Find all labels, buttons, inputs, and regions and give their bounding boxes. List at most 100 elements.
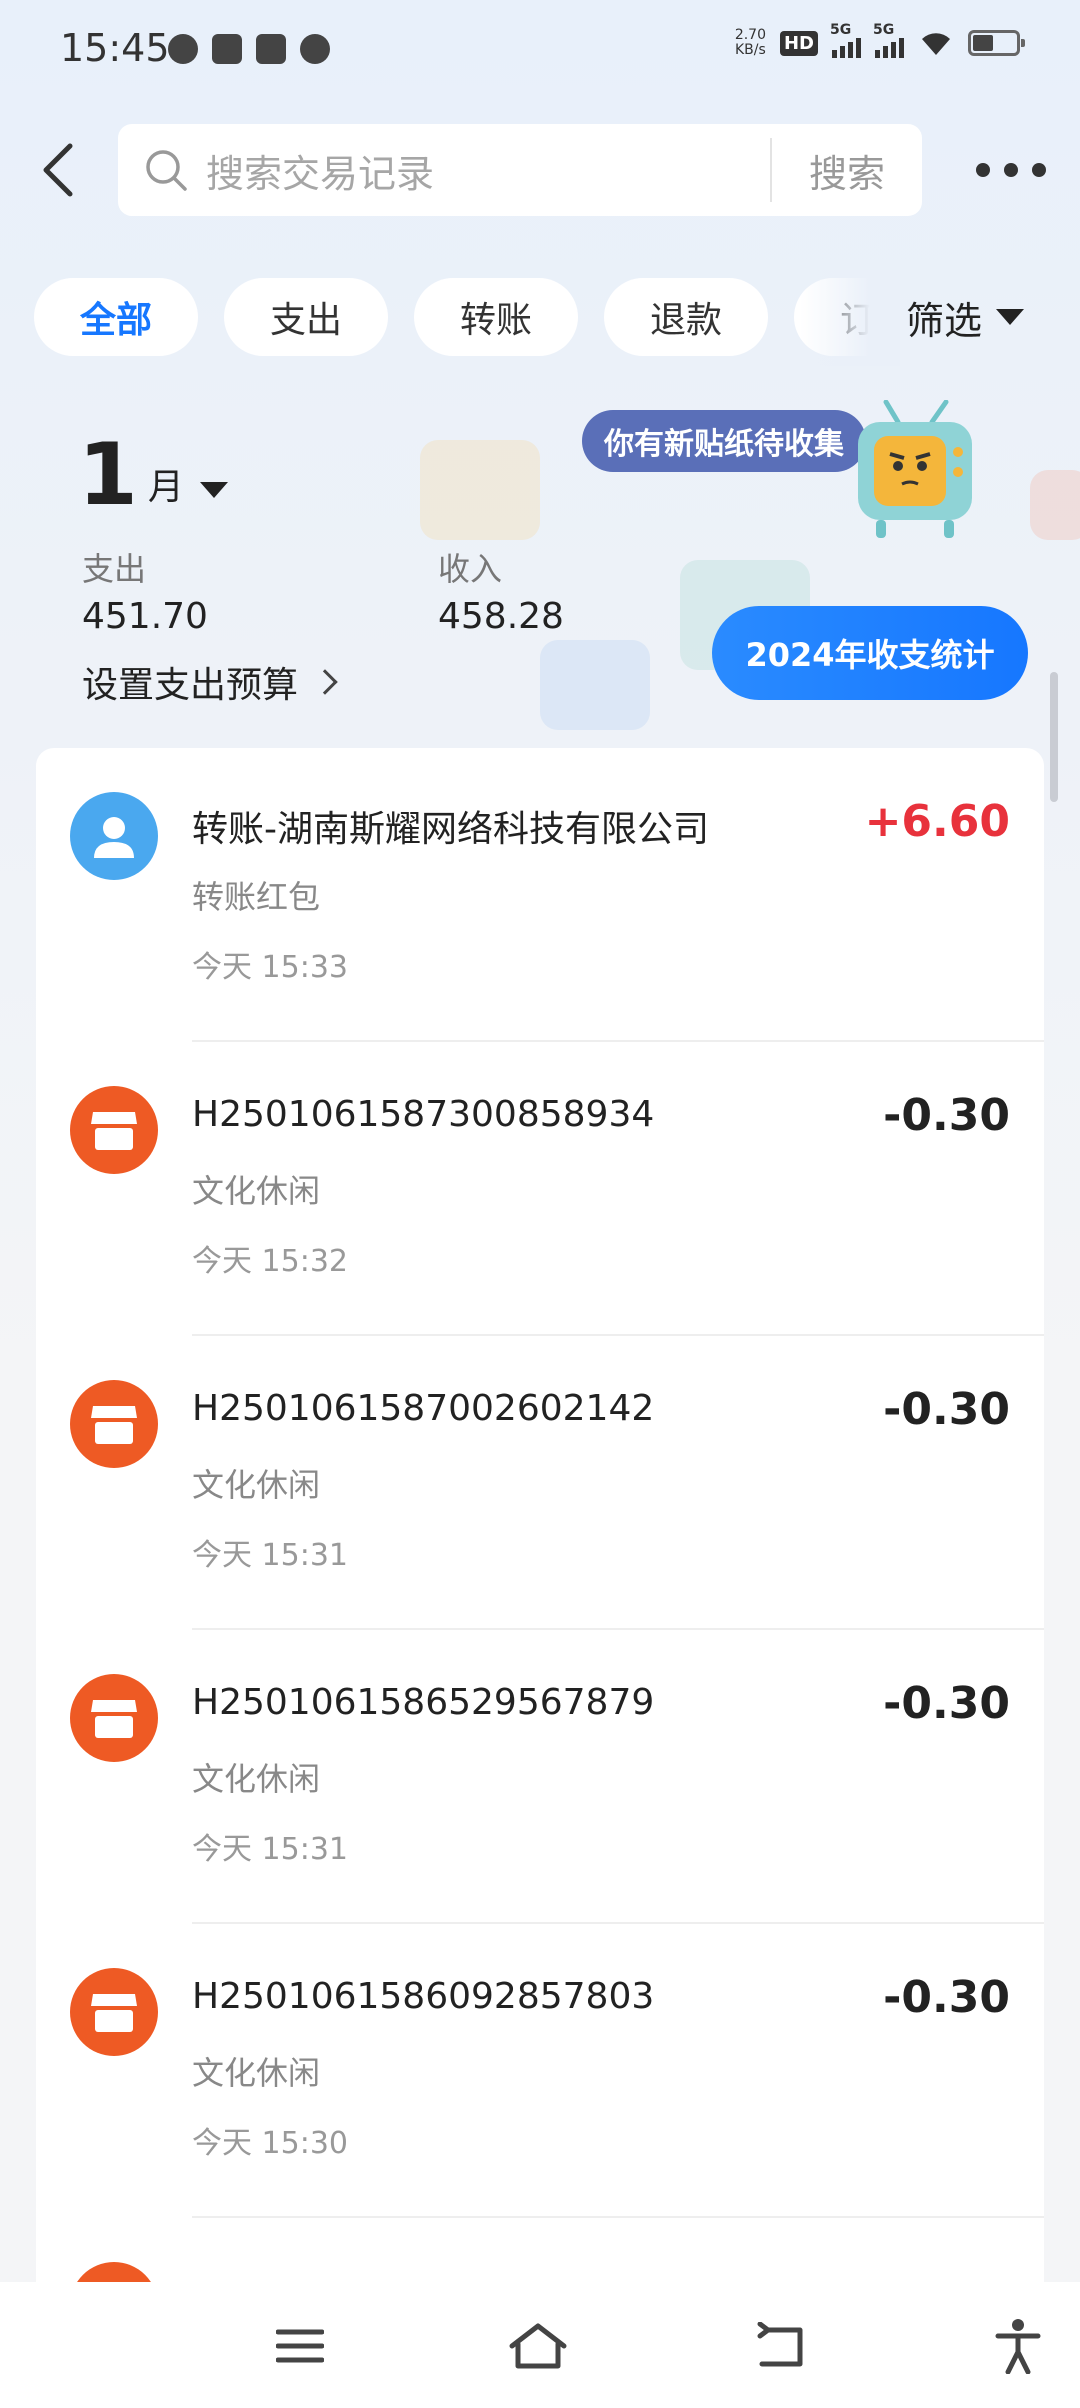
storefront-icon [91,1994,137,2032]
gesture-app-icon [256,34,286,64]
status-notification-icons [168,34,330,64]
annual-stats-button[interactable]: 2024年收支统计 [712,606,1028,700]
income-value: 458.28 [438,596,564,637]
tv-mascot-icon[interactable] [850,400,980,550]
month-picker[interactable]: 1 月 [78,432,228,518]
expense-value: 451.70 [82,596,208,637]
expense-label: 支出 [82,550,147,588]
return-icon [757,2322,803,2367]
transaction-amount: -0.30 [883,1384,1010,1435]
network-speed-value: 2.70 [734,27,766,43]
transaction-row[interactable]: H2501061587002602142 文化休闲 今天 15:31 -0.30 [36,1336,1044,1630]
chevron-left-icon [43,143,73,197]
status-bar: 15:45 2.70 KB/s HD 5G 5G [0,0,1080,100]
back-nav-button[interactable] [748,2314,812,2378]
video-app-icon [212,34,242,64]
transaction-time: 今天 15:33 [192,950,348,985]
storefront-icon [91,1112,137,1150]
signal-label: 5G [830,22,852,38]
transaction-row-partial[interactable] [36,2218,1044,2288]
sticker-notice[interactable]: 你有新贴纸待收集 [582,410,866,472]
month-number: 1 [78,425,138,525]
network-speed: 2.70 KB/s [735,28,766,58]
transaction-time: 今天 15:31 [192,1832,348,1867]
back-button[interactable] [28,135,88,205]
more-dot-icon [1032,163,1046,177]
transaction-amount: -0.30 [883,1972,1010,2023]
battery-icon [968,30,1025,56]
decor-shape [1030,470,1080,540]
tab-all[interactable]: 全部 [34,278,198,356]
transaction-category: 转账红包 [192,878,321,916]
menu-icon [276,2329,324,2363]
search-input[interactable]: 搜索交易记录 [206,143,770,198]
person-avatar-icon [94,817,134,858]
scrollbar[interactable] [1050,672,1058,802]
transaction-category: 文化休闲 [192,1760,321,1798]
transaction-row[interactable]: H2501061586529567879 文化休闲 今天 15:31 -0.30 [36,1630,1044,1924]
transaction-amount: -0.30 [883,1090,1010,1141]
status-time: 15:45 [60,26,170,70]
menu-button[interactable] [268,2314,332,2378]
search-bar[interactable]: 搜索交易记录 搜索 [118,124,922,216]
tabs-fade-overlay [800,270,900,366]
accessibility-icon [995,2319,1041,2374]
filter-label: 筛选 [906,298,983,343]
tab-transfer[interactable]: 转账 [414,278,578,356]
tab-refund[interactable]: 退款 [604,278,768,356]
chevron-right-icon [312,669,338,695]
category-tabs: 全部 支出 转账 退款 订单 [34,278,894,356]
search-icon [146,150,187,191]
decor-shape [540,640,650,730]
storefront-icon [91,1700,137,1738]
transaction-category: 文化休闲 [192,1172,321,1210]
month-unit: 月 [147,467,184,508]
wifi-icon [922,33,950,55]
home-icon [509,2323,567,2369]
shop-icon [70,1674,158,1762]
filter-button[interactable]: 筛选 [906,286,1025,348]
tab-expense[interactable]: 支出 [224,278,388,356]
transaction-title: 转账-湖南斯耀网络科技有限公司 [192,809,709,850]
decor-shape [420,440,540,540]
transaction-category: 文化休闲 [192,1466,321,1504]
transaction-row[interactable]: H2501061586092857803 文化休闲 今天 15:30 -0.30 [36,1924,1044,2218]
transaction-row[interactable]: H2501061587300858934 文化休闲 今天 15:32 -0.30 [36,1042,1044,1336]
transaction-time: 今天 15:30 [192,2126,348,2161]
set-budget-link[interactable]: 设置支出预算 [82,656,338,708]
transaction-time: 今天 15:32 [192,1244,348,1279]
transaction-time: 今天 15:31 [192,1538,348,1573]
caret-down-icon [996,309,1025,325]
search-button[interactable]: 搜索 [772,143,922,198]
more-options-button[interactable] [976,150,1046,190]
signal-5g-icon: 5G [830,22,861,58]
shop-icon [70,1086,158,1174]
set-budget-label: 设置支出预算 [82,665,299,706]
system-navigation-bar [0,2282,1080,2408]
transaction-amount: -0.30 [883,1678,1010,1729]
more-dot-icon [976,163,990,177]
transaction-history-screen: 15:45 2.70 KB/s HD 5G 5G 搜索交易记录 搜索 全部 支出… [0,0,1080,2408]
transaction-list: 转账-湖南斯耀网络科技有限公司 转账红包 今天 15:33 +6.60 H250… [36,748,1044,2288]
transaction-title: H2501061586529567879 [192,1682,655,1723]
storefront-icon [91,1406,137,1444]
home-button[interactable] [506,2314,570,2378]
person-icon [70,792,158,880]
transaction-category: 文化休闲 [192,2054,321,2092]
check-circle-icon [300,34,330,64]
accessibility-button[interactable] [986,2314,1050,2378]
hd-voice-icon: HD [779,30,818,56]
shop-icon [70,1968,158,2056]
income-label: 收入 [438,550,503,588]
signal-5g-secondary-icon: 5G [873,22,904,58]
transaction-row[interactable]: 转账-湖南斯耀网络科技有限公司 转账红包 今天 15:33 +6.60 [36,748,1044,1042]
caret-down-icon [199,482,228,498]
transaction-amount: +6.60 [864,796,1010,847]
settings-gear-icon [168,34,198,64]
network-speed-unit: KB/s [735,42,766,58]
status-system-icons: 2.70 KB/s HD 5G 5G [735,22,1025,58]
transaction-title: H2501061586092857803 [192,1976,655,2017]
signal-label: 5G [873,22,895,38]
shop-icon [70,1380,158,1468]
more-dot-icon [1004,163,1018,177]
